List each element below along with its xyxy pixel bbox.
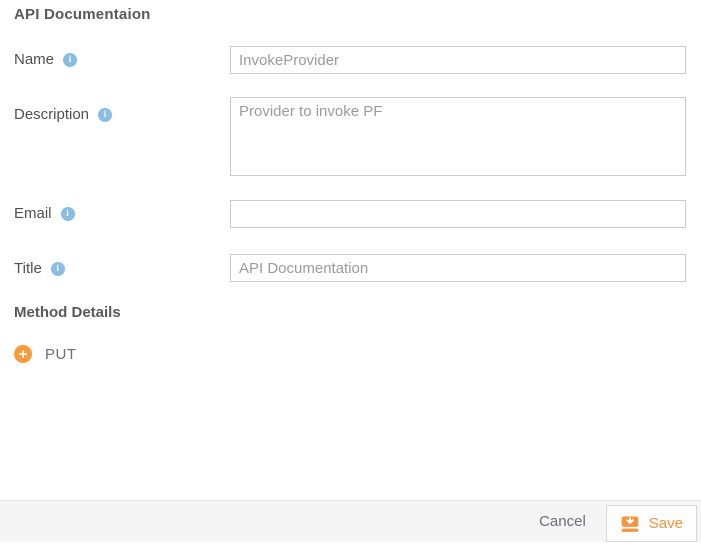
title-label-text: Title [14, 260, 42, 277]
description-label: Description i [14, 106, 112, 123]
save-button[interactable]: Save [606, 505, 697, 542]
page-title: API Documentaion [14, 6, 151, 23]
title-input[interactable] [230, 254, 686, 282]
title-label: Title i [14, 260, 65, 277]
api-documentation-panel: API Documentaion Name i Description i Pr… [0, 0, 701, 547]
email-label: Email i [14, 205, 75, 222]
add-method-plus-icon[interactable]: + [14, 345, 32, 363]
name-label: Name i [14, 51, 77, 68]
method-name-label[interactable]: PUT [45, 346, 77, 363]
email-input[interactable] [230, 200, 686, 228]
info-icon[interactable]: i [51, 262, 65, 276]
cancel-button[interactable]: Cancel [537, 507, 588, 536]
description-textarea[interactable]: Provider to invoke PF [230, 97, 686, 176]
save-button-label: Save [649, 515, 683, 532]
save-icon [620, 514, 640, 534]
info-icon[interactable]: i [63, 53, 77, 67]
name-input[interactable] [230, 46, 686, 74]
method-details-heading: Method Details [14, 304, 121, 321]
description-label-text: Description [14, 106, 89, 123]
info-icon[interactable]: i [98, 108, 112, 122]
footer-bar: Cancel Save [0, 500, 701, 542]
email-label-text: Email [14, 205, 52, 222]
info-icon[interactable]: i [61, 207, 75, 221]
method-row-put[interactable]: + PUT [14, 345, 77, 363]
name-label-text: Name [14, 51, 54, 68]
